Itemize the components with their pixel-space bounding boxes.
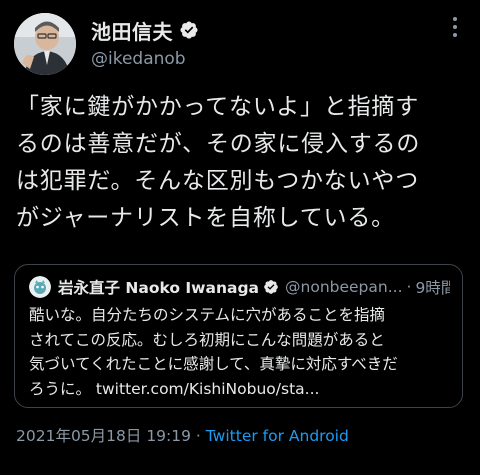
quoted-avatar-image: [29, 276, 51, 298]
author-avatar-image: [14, 13, 76, 75]
more-dot-icon: [453, 33, 457, 37]
author-avatar[interactable]: [14, 13, 76, 75]
tweet-meta: 2021年05月18日 19:19 · Twitter for Android: [16, 424, 349, 446]
quoted-text-line: ろうに。 twitter.com/KishiNobuo/sta...: [29, 379, 320, 398]
quoted-text-line: 酷いな。自分たちのシステムに穴があることを指摘: [29, 306, 386, 324]
quoted-tweet-text: 酷いな。自分たちのシステムに穴があることを指摘 されてこの反応。むしろ初期にこん…: [29, 303, 454, 401]
display-name-row: 池田信夫: [91, 16, 199, 45]
more-options-button[interactable]: [446, 15, 464, 39]
tweet-header: 池田信夫 @ikedanob: [14, 13, 466, 75]
author-display-name[interactable]: 池田信夫: [91, 16, 173, 45]
tweet-text-line: がジャーナリストを自称している。: [16, 205, 395, 231]
author-handle[interactable]: @ikedanob: [91, 49, 199, 69]
quoted-separator: ·: [406, 278, 412, 296]
verified-badge-icon: [180, 21, 198, 39]
tweet-text-line: 「家に鍵がかかってないよ」と指摘す: [16, 94, 419, 120]
quoted-author-handle[interactable]: @nonbeepan...: [285, 278, 402, 296]
quoted-text-line: されてこの反応。むしろ初期にこんな問題があると: [29, 330, 385, 349]
quoted-verified-badge-icon: [264, 280, 278, 294]
tweet-text-line: るのは善意だが、その家に侵入するの: [16, 131, 421, 157]
tweet-text: 「家に鍵がかかってないよ」と指摘す るのは善意だが、その家に侵入するの は犯罪だ…: [16, 89, 466, 237]
quoted-timestamp[interactable]: 9時間: [415, 276, 450, 298]
quoted-author-avatar[interactable]: [29, 276, 51, 298]
more-dot-icon: [453, 17, 457, 21]
author-names: 池田信夫 @ikedanob: [91, 17, 199, 69]
meta-separator: ·: [191, 427, 206, 445]
more-dot-icon: [453, 25, 457, 29]
tweet-timestamp[interactable]: 2021年05月18日 19:19: [16, 427, 191, 445]
tweet-text-line: は犯罪だ。そんな区別もつかないやつ: [16, 168, 419, 194]
quoted-author-name[interactable]: 岩永直子 Naoko Iwanaga: [58, 276, 259, 298]
tweet-source-link[interactable]: Twitter for Android: [206, 427, 349, 445]
quoted-text-line: 気づいてくれたことに感謝して、真摯に対応すべきだ: [29, 355, 398, 373]
quoted-tweet-card[interactable]: 岩永直子 Naoko Iwanaga @nonbeepan... · 9時間 酷…: [14, 264, 463, 408]
quoted-tweet-header: 岩永直子 Naoko Iwanaga @nonbeepan... · 9時間: [29, 275, 450, 299]
